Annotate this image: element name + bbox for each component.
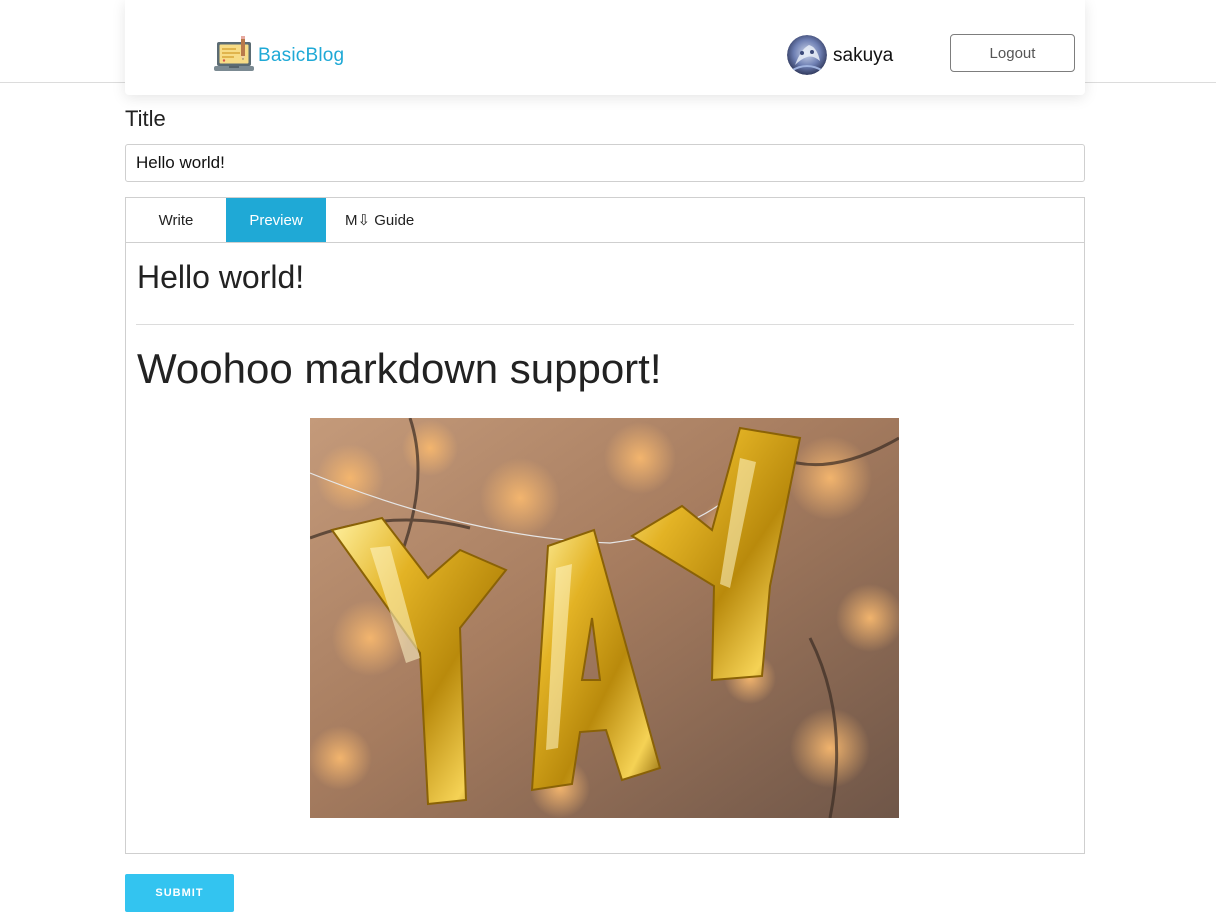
- brand-name: BasicBlog: [258, 45, 345, 66]
- title-input[interactable]: [125, 144, 1085, 182]
- tab-write[interactable]: Write: [126, 198, 226, 242]
- username: sakuya: [833, 45, 894, 66]
- preview-divider: [136, 324, 1074, 325]
- title-label: Title: [125, 106, 166, 131]
- tab-preview[interactable]: Preview: [226, 198, 326, 242]
- yay-balloons-image: [310, 418, 899, 818]
- submit-button[interactable]: SUBMIT: [125, 874, 234, 912]
- brand-home-link[interactable]: BasicBlog: [213, 34, 344, 76]
- preview-heading-2: Woohoo markdown support!: [137, 345, 662, 392]
- preview-heading-1: Hello world!: [137, 259, 305, 295]
- avatar: [787, 35, 827, 75]
- tab-markdown-guide[interactable]: M⇩ Guide: [326, 198, 436, 242]
- logout-button[interactable]: Logout: [950, 34, 1075, 72]
- laptop-pencil-icon: [214, 36, 254, 71]
- markdown-editor: Write Preview M⇩ Guide Hello world! Wooh…: [125, 197, 1085, 854]
- editor-tabs: Write Preview M⇩ Guide: [126, 198, 1084, 243]
- top-navbar: BasicBlog sakuya Logout: [125, 0, 1085, 95]
- user-menu[interactable]: sakuya: [787, 35, 893, 75]
